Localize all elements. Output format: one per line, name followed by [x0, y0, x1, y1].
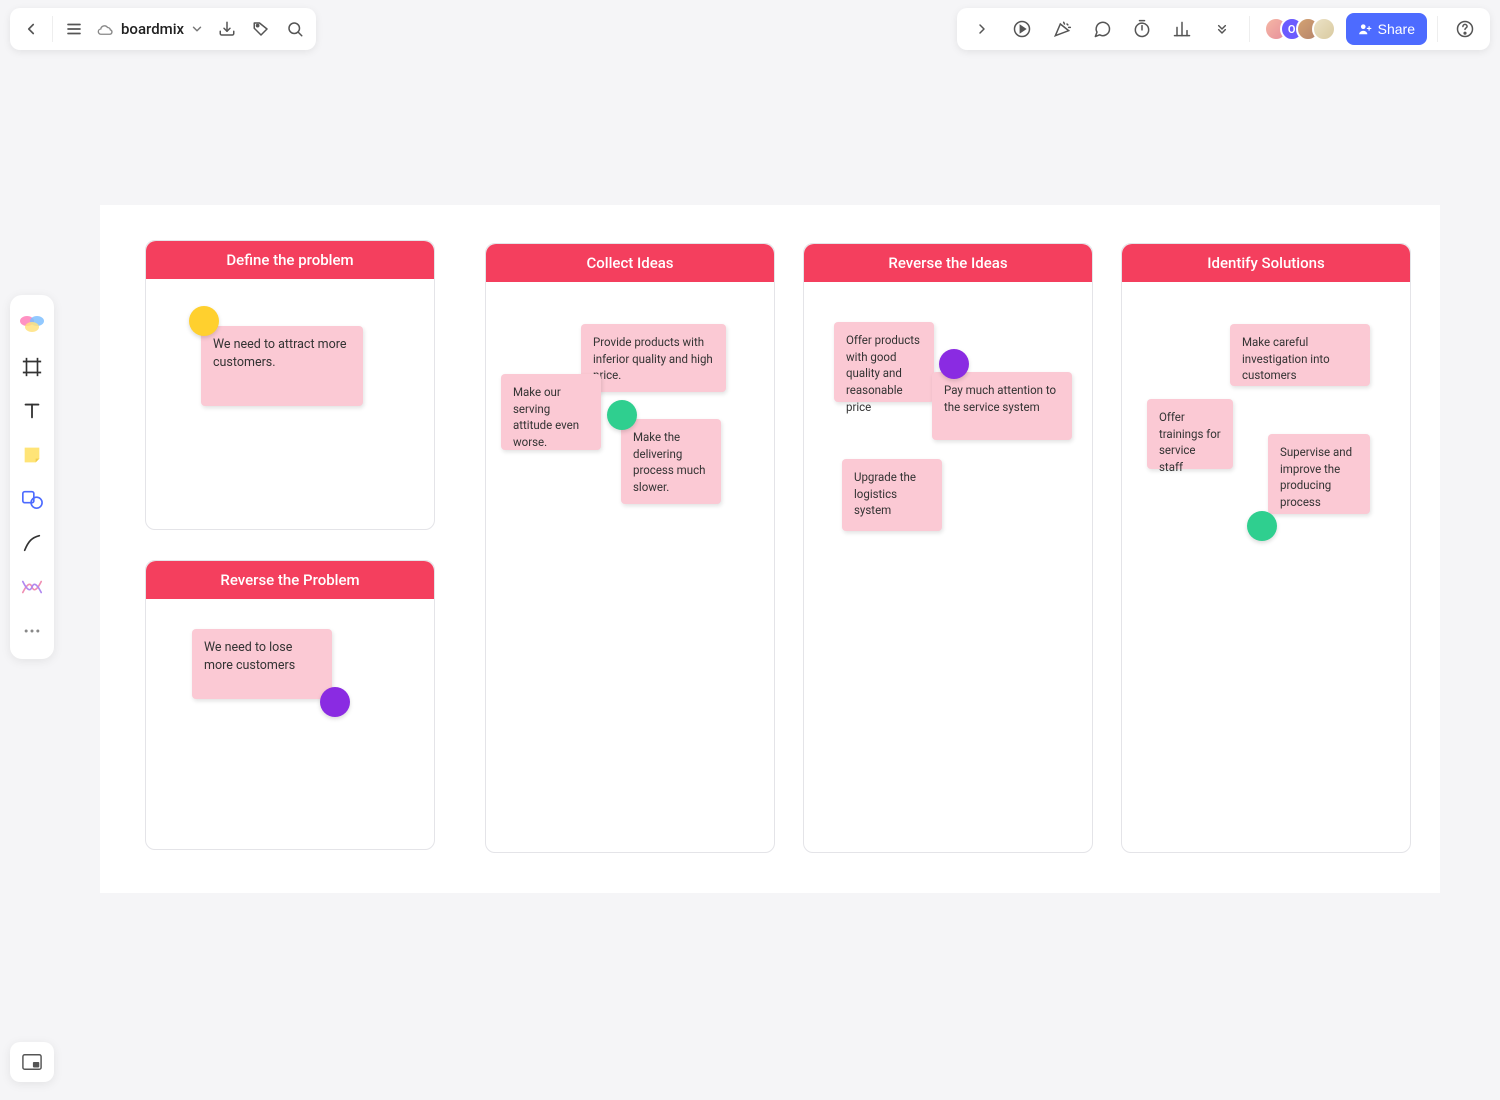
- back-button[interactable]: [14, 12, 48, 46]
- sticky-note[interactable]: Make careful investigation into customer…: [1230, 324, 1370, 386]
- shape-tool[interactable]: [14, 479, 50, 519]
- help-icon: [1455, 19, 1475, 39]
- sparkle-icon: [1052, 19, 1072, 39]
- user-cursor-yellow: [189, 306, 219, 336]
- sticky-text: Make the delivering process much slower.: [633, 430, 705, 494]
- collaborator-avatars[interactable]: O: [1264, 17, 1336, 41]
- help-button[interactable]: [1448, 12, 1482, 46]
- sticky-note[interactable]: Make the delivering process much slower.: [621, 419, 721, 504]
- card-header: Collect Ideas: [486, 244, 774, 282]
- frame-icon: [21, 356, 43, 378]
- chevron-left-icon: [22, 20, 40, 38]
- card-header: Reverse the Problem: [146, 561, 434, 599]
- sticky-text: Make careful investigation into customer…: [1242, 335, 1330, 382]
- card-collect-ideas[interactable]: Collect Ideas Provide products with infe…: [485, 243, 775, 853]
- document-title-text: boardmix: [121, 20, 184, 38]
- card-reverse-problem[interactable]: Reverse the Problem We need to lose more…: [145, 560, 435, 850]
- double-chevron-down-icon: [1214, 21, 1230, 37]
- chevron-down-icon: [190, 22, 204, 36]
- sticky-text: We need to lose more customers: [204, 640, 295, 673]
- toolbar-separator: [52, 16, 53, 42]
- sticky-note-icon: [21, 444, 43, 466]
- search-icon: [286, 20, 304, 38]
- more-tools[interactable]: [14, 611, 50, 651]
- text-tool[interactable]: [14, 391, 50, 431]
- timer-icon: [1132, 19, 1152, 39]
- avatar[interactable]: [1312, 17, 1336, 41]
- sticky-text: Pay much attention to the service system: [944, 383, 1056, 414]
- sticky-text: Offer trainings for service staff: [1159, 410, 1221, 474]
- sticky-text: Make our serving attitude even worse.: [513, 385, 579, 449]
- cloud-icon: [97, 20, 115, 38]
- templates-tool[interactable]: [14, 303, 50, 343]
- sticky-text: Supervise and improve the producing proc…: [1280, 445, 1352, 509]
- tag-icon: [252, 20, 270, 38]
- chart-icon: [1172, 19, 1192, 39]
- minimap-icon: [21, 1052, 43, 1072]
- canvas[interactable]: Define the problem We need to attract mo…: [100, 205, 1440, 893]
- card-define-problem[interactable]: Define the problem We need to attract mo…: [145, 240, 435, 530]
- search-button[interactable]: [278, 12, 312, 46]
- comment-button[interactable]: [1085, 12, 1119, 46]
- chevron-right-icon: [974, 21, 990, 37]
- sticky-note-tool[interactable]: [14, 435, 50, 475]
- share-button[interactable]: Share: [1346, 13, 1427, 45]
- toolbar-separator: [1437, 16, 1438, 42]
- vote-button[interactable]: [1165, 12, 1199, 46]
- chat-icon: [1092, 19, 1112, 39]
- sticky-note[interactable]: Provide products with inferior quality a…: [581, 324, 726, 392]
- document-title[interactable]: boardmix: [91, 12, 210, 46]
- pen-tool[interactable]: [14, 523, 50, 563]
- share-label: Share: [1378, 21, 1415, 37]
- tag-button[interactable]: [244, 12, 278, 46]
- sticky-text: Upgrade the logistics system: [854, 470, 916, 517]
- minimap-button[interactable]: [10, 1042, 54, 1082]
- dots-icon: [22, 621, 42, 641]
- sticky-text: Offer products with good quality and rea…: [846, 333, 920, 414]
- download-button[interactable]: [210, 12, 244, 46]
- download-icon: [218, 20, 236, 38]
- sticky-note[interactable]: Offer trainings for service staff: [1147, 399, 1233, 469]
- celebrate-button[interactable]: [1045, 12, 1079, 46]
- user-cursor-purple: [320, 687, 350, 717]
- sticky-note[interactable]: Supervise and improve the producing proc…: [1268, 434, 1370, 514]
- connector-icon: [20, 577, 44, 597]
- hamburger-icon: [65, 20, 83, 38]
- card-header: Reverse the Ideas: [804, 244, 1092, 282]
- frame-tool[interactable]: [14, 347, 50, 387]
- sticky-note[interactable]: Pay much attention to the service system: [932, 372, 1072, 440]
- card-identify-solutions[interactable]: Identify Solutions Make careful investig…: [1121, 243, 1411, 853]
- play-circle-icon: [1012, 19, 1032, 39]
- toolbar-separator: [1249, 16, 1250, 42]
- user-cursor-green: [607, 400, 637, 430]
- menu-button[interactable]: [57, 12, 91, 46]
- sticky-note[interactable]: Make our serving attitude even worse.: [501, 374, 601, 450]
- sticky-note[interactable]: Offer products with good quality and rea…: [834, 322, 934, 402]
- sticky-note[interactable]: We need to attract more customers.: [201, 326, 363, 406]
- avatar-letter: O: [1288, 23, 1296, 36]
- shape-icon: [20, 488, 44, 510]
- expand-panel-button[interactable]: [965, 12, 999, 46]
- sticky-text: Provide products with inferior quality a…: [593, 335, 713, 382]
- present-button[interactable]: [1005, 12, 1039, 46]
- user-cursor-purple: [939, 349, 969, 379]
- top-left-toolbar: boardmix: [10, 8, 316, 50]
- timer-button[interactable]: [1125, 12, 1159, 46]
- card-reverse-ideas[interactable]: Reverse the Ideas Offer products with go…: [803, 243, 1093, 853]
- sticky-note[interactable]: We need to lose more customers: [192, 629, 332, 699]
- text-icon: [21, 400, 43, 422]
- card-header: Define the problem: [146, 241, 434, 279]
- card-header: Identify Solutions: [1122, 244, 1410, 282]
- connector-tool[interactable]: [14, 567, 50, 607]
- templates-icon: [19, 312, 45, 334]
- left-toolbar: [10, 295, 54, 659]
- top-right-toolbar: O Share: [957, 8, 1490, 50]
- pen-icon: [21, 532, 43, 554]
- user-cursor-green: [1247, 511, 1277, 541]
- sticky-text: We need to attract more customers.: [213, 337, 346, 370]
- more-tools-button[interactable]: [1205, 12, 1239, 46]
- user-plus-icon: [1358, 22, 1372, 36]
- sticky-note[interactable]: Upgrade the logistics system: [842, 459, 942, 531]
